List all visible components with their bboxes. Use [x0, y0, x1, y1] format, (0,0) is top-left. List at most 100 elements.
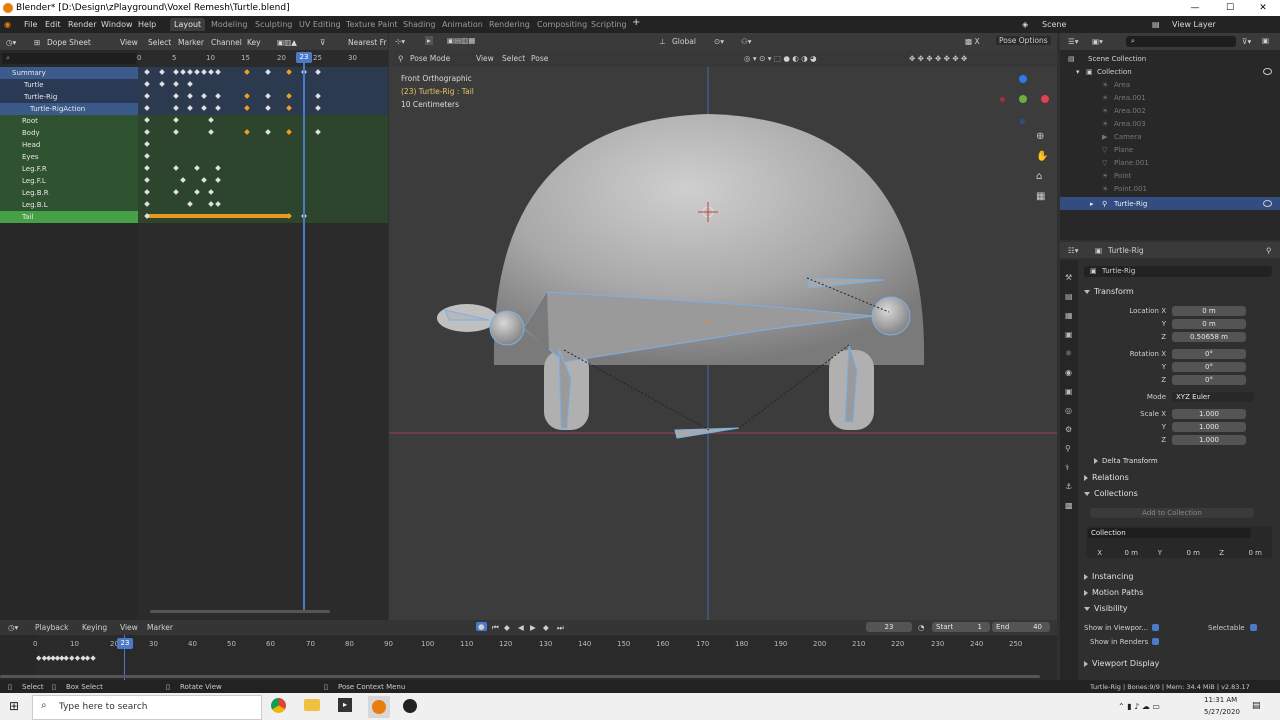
show-in-renders-checkbox[interactable] — [1152, 638, 1159, 645]
timeline-type-icon[interactable]: ◷▾ — [8, 623, 18, 632]
gizmo-neg-z-axis[interactable] — [1020, 119, 1025, 124]
object-name-field[interactable]: ▣ Turtle-Rig — [1084, 266, 1272, 277]
add-workspace-button[interactable]: + — [632, 17, 640, 28]
outliner-search-input[interactable]: ⌕ — [1126, 36, 1236, 47]
channel-leg-b-r[interactable]: Leg.B.R — [0, 187, 138, 199]
collection-name-field[interactable]: Collection — [1088, 528, 1251, 538]
outliner-item-plane-001[interactable]: ▽ Plane.001 — [1060, 156, 1280, 169]
chrome-app-icon[interactable] — [271, 698, 286, 713]
vp-menu-select[interactable]: Select — [502, 54, 525, 63]
viewport-display-panel-header[interactable]: Viewport Display — [1084, 659, 1159, 668]
tail-hold-bar[interactable] — [147, 214, 289, 218]
obs-app-icon[interactable] — [403, 699, 417, 713]
outliner-item-point-001[interactable]: ☀ Point.001 — [1060, 182, 1280, 195]
snap-icon[interactable]: ⚇▾ — [741, 37, 752, 46]
transform-panel-header[interactable]: Transform — [1084, 287, 1134, 296]
dope-horizontal-scrollbar[interactable] — [150, 610, 330, 613]
select-mode-icons[interactable]: ▣▤▥▦ — [447, 36, 475, 45]
tab-compositing[interactable]: Compositing — [533, 18, 591, 31]
new-collection-icon[interactable]: ▣ — [1262, 36, 1269, 45]
navigation-gizmo[interactable] — [998, 74, 1050, 126]
location-y-field[interactable]: 0 m — [1172, 319, 1246, 329]
scale-z-field[interactable]: 1.000 — [1172, 435, 1246, 445]
gizmo-y-axis[interactable] — [1019, 95, 1027, 103]
timeline-menu-view[interactable]: View — [120, 623, 138, 632]
channel-turtle[interactable]: Turtle — [0, 79, 138, 91]
terminal-app-icon[interactable]: ▸ — [338, 698, 352, 712]
channel-search-input[interactable]: ⌕ — [2, 53, 136, 64]
collection-offset-x-field[interactable]: 0 m — [1110, 549, 1139, 557]
scene-name[interactable]: Scene — [1042, 20, 1066, 29]
start-frame-field[interactable]: Start 1 — [932, 622, 990, 632]
maximize-button[interactable]: ☐ — [1215, 2, 1245, 14]
filter-icon[interactable]: ⊽▾ — [1242, 37, 1251, 46]
pivot-icon[interactable]: ⊙▾ — [714, 37, 724, 46]
dope-menu-view[interactable]: View — [120, 38, 138, 47]
channel-leg-f-r[interactable]: Leg.F.R — [0, 163, 138, 175]
scale-x-field[interactable]: 1.000 — [1172, 409, 1246, 419]
current-frame-indicator[interactable]: 23 — [296, 52, 312, 63]
scale-y-field[interactable]: 1.000 — [1172, 422, 1246, 432]
outliner-item-plane[interactable]: ▽ Plane — [1060, 143, 1280, 156]
dope-keyframe-area[interactable] — [138, 50, 388, 620]
editor-type-icon[interactable]: ◷▾ — [6, 38, 16, 47]
vp-menu-view[interactable]: View — [476, 54, 494, 63]
menu-help[interactable]: Help — [138, 20, 156, 29]
collections-panel-header[interactable]: Collections — [1084, 489, 1138, 498]
tab-animation[interactable]: Animation — [438, 18, 487, 31]
tab-modeling[interactable]: Modeling — [207, 18, 251, 31]
channel-leg-b-l[interactable]: Leg.B.L — [0, 199, 138, 211]
property-tab-icons[interactable]: ⚒ ▤ ▦ ▣ ⚛ ◉ ▣ ◎ ⚙ ⚲ ⚕ ⚓ ▩ — [1065, 268, 1073, 515]
tab-uv-editing[interactable]: UV Editing — [295, 18, 345, 31]
scene-collection-row[interactable]: ▤ Scene Collection — [1060, 52, 1280, 65]
prev-keyframe-icon[interactable]: ◆ — [504, 623, 510, 632]
channel-leg-f-l[interactable]: Leg.F.L — [0, 175, 138, 187]
pin-icon[interactable]: ⚲ — [1266, 246, 1272, 255]
eye-icon[interactable] — [1263, 68, 1272, 75]
auto-keying-button[interactable]: ● — [476, 622, 487, 631]
tab-layout[interactable]: Layout — [170, 18, 206, 31]
windows-start-icon[interactable]: ⊞ — [9, 699, 19, 713]
jump-end-icon[interactable]: ⏭ — [557, 623, 564, 633]
snap-mode-select[interactable]: Nearest Fr — [348, 38, 386, 47]
channel-root[interactable]: Root — [0, 115, 138, 127]
gizmo-toggle-icons[interactable]: ✥ ✥ ✥ ✥ ✥ ✥ ✥ — [909, 54, 967, 63]
menu-render[interactable]: Render — [68, 20, 96, 29]
mode-select[interactable]: Pose Mode — [410, 54, 450, 63]
menu-window[interactable]: Window — [101, 20, 133, 29]
properties-type-icon[interactable]: ☷▾ — [1068, 246, 1079, 255]
outliner-item-area-001[interactable]: ☀ Area.001 — [1060, 91, 1280, 104]
location-z-field[interactable]: 0.50658 m — [1172, 332, 1246, 342]
outliner-item-turtle-rig[interactable]: ▸ ⚲ Turtle-Rig — [1060, 197, 1280, 210]
show-in-viewport-checkbox[interactable] — [1152, 624, 1159, 631]
location-x-field[interactable]: 0 m — [1172, 306, 1246, 316]
channel-turtle-rig-action[interactable]: Turtle-RigAction — [0, 103, 138, 115]
jump-start-icon[interactable]: ⏮ — [492, 623, 499, 633]
tab-sculpting[interactable]: Sculpting — [251, 18, 296, 31]
motion-paths-panel-header[interactable]: Motion Paths — [1084, 588, 1143, 597]
rotation-x-field[interactable]: 0° — [1172, 349, 1246, 359]
3d-viewport[interactable] — [389, 50, 1057, 620]
close-button[interactable]: ✕ — [1248, 2, 1278, 14]
current-frame-field[interactable]: 23 — [866, 622, 912, 632]
outliner-item-point[interactable]: ☀ Point — [1060, 169, 1280, 182]
notification-icon[interactable]: ▤ — [1252, 701, 1261, 711]
play-icon[interactable]: ▶ — [530, 623, 536, 632]
clock-icon[interactable]: ◔ — [918, 623, 925, 632]
timeline-menu-playback[interactable]: Playback — [35, 623, 68, 632]
taskbar-search-box[interactable]: ⌕ Type here to search — [32, 695, 262, 720]
collection-offset-y-field[interactable]: 0 m — [1172, 549, 1201, 557]
tab-shading[interactable]: Shading — [399, 18, 440, 31]
vp-menu-pose[interactable]: Pose — [531, 54, 548, 63]
gizmo-x-axis[interactable] — [1041, 95, 1049, 103]
timeline-menu-marker[interactable]: Marker — [147, 623, 173, 632]
gizmo-z-axis[interactable] — [1019, 75, 1027, 83]
timeline-frame-indicator[interactable]: 23 — [117, 638, 133, 649]
tray-icons[interactable]: ⌃ ▮ ♪ ☁ ▭ — [1118, 702, 1160, 711]
file-explorer-icon[interactable] — [304, 699, 320, 711]
tab-scripting[interactable]: Scripting — [587, 18, 631, 31]
channel-body[interactable]: Body — [0, 127, 138, 139]
add-to-collection-button[interactable]: Add to Collection — [1090, 508, 1254, 518]
select-tool-icon[interactable]: ▸ — [425, 36, 433, 45]
outliner-type-icon[interactable]: ☰▾ — [1068, 37, 1079, 46]
